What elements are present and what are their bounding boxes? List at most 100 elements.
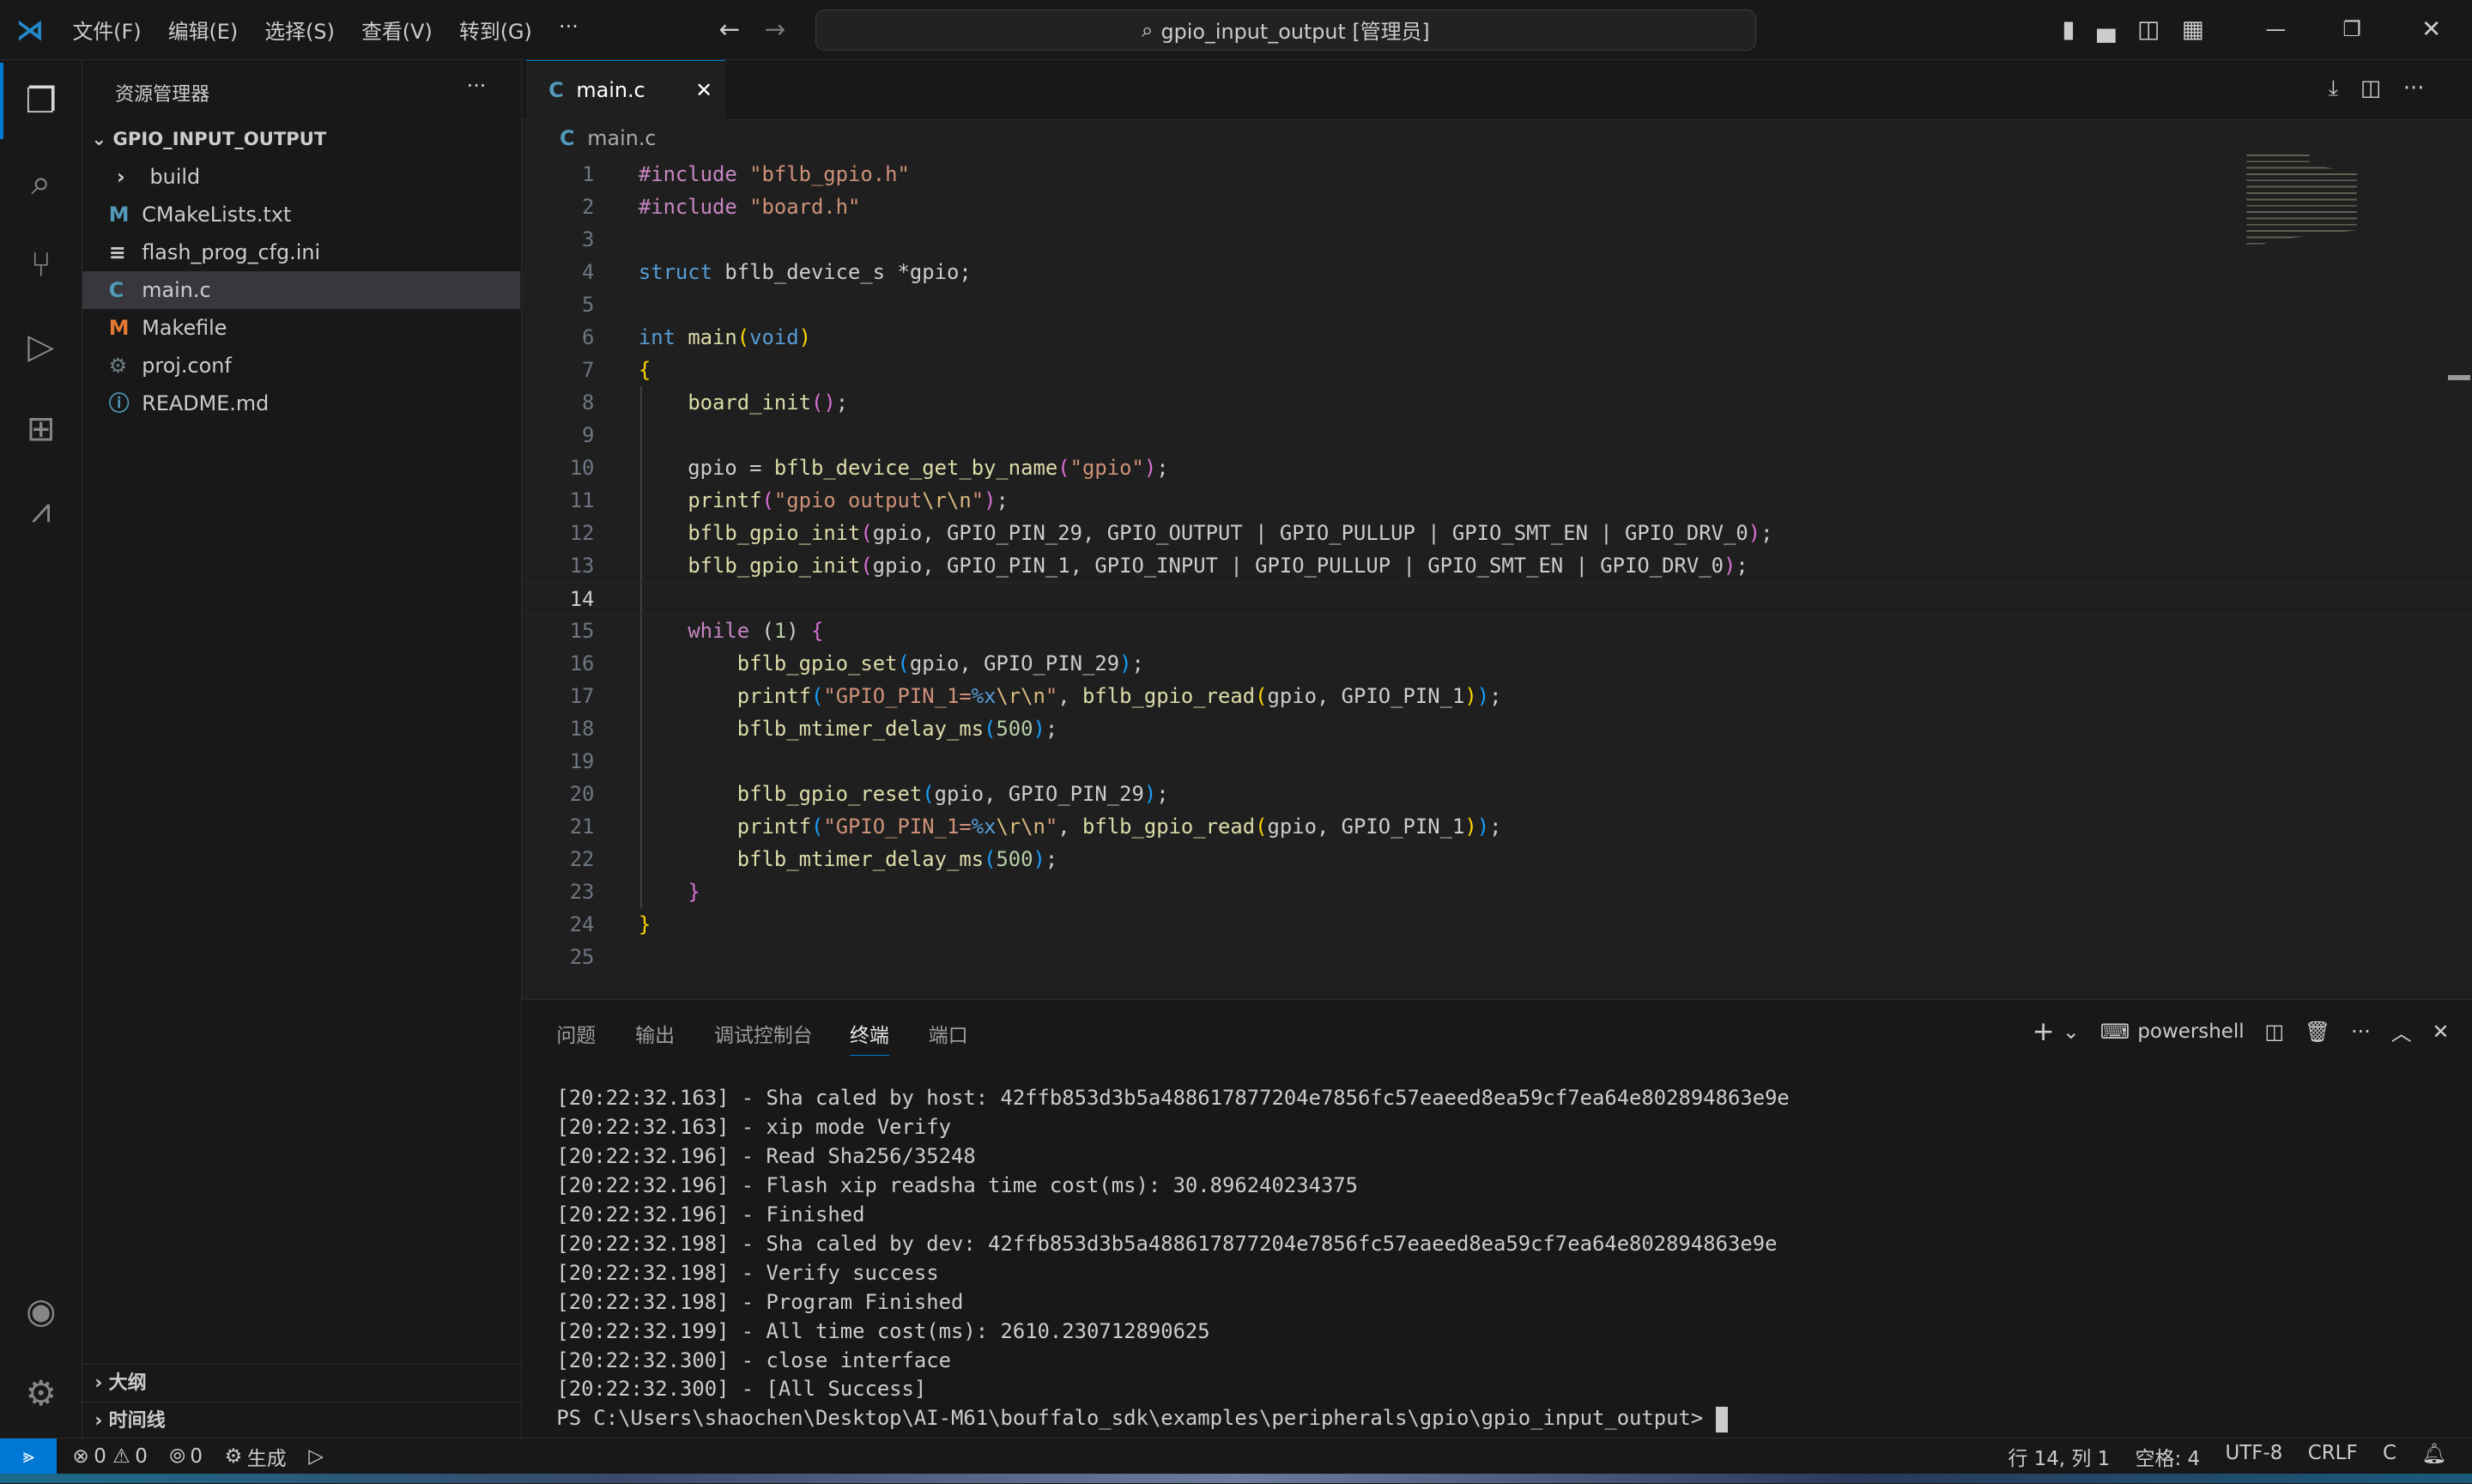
code-line[interactable]: 20 bflb_gpio_reset(gpio, GPIO_PIN_29); <box>522 778 2472 811</box>
build-gear-icon[interactable]: ⚙ <box>225 1445 243 1468</box>
explorer-icon[interactable]: ❐ <box>19 79 63 123</box>
code-line[interactable]: 8 board_init(); <box>522 385 2472 419</box>
code-token: bflb_gpio_set <box>736 651 898 675</box>
menu-item[interactable]: 查看(V) <box>361 15 433 45</box>
panel-tab[interactable]: 终端 <box>849 1019 889 1056</box>
code-line[interactable]: 11 printf("gpio output\r\n"); <box>522 483 2472 517</box>
toggle-sidebar-icon[interactable]: ▮ <box>2062 15 2075 43</box>
code-line[interactable]: 3 <box>522 223 2472 256</box>
file-item[interactable]: › build <box>82 158 521 196</box>
code-line[interactable]: 15 while (1) { <box>522 614 2472 647</box>
code-line[interactable]: 14 <box>521 581 2472 615</box>
build-button[interactable]: 生成 <box>247 1442 287 1471</box>
customize-layout-icon[interactable]: ▦ <box>2182 15 2204 43</box>
source-control-icon[interactable]: ⑂ <box>19 243 63 287</box>
code-line[interactable]: 10 gpio = bflb_device_get_by_name("gpio"… <box>522 451 2472 484</box>
toggle-panel-icon[interactable]: ▄ <box>2097 15 2115 43</box>
code-line[interactable]: 18 bflb_mtimer_delay_ms(500); <box>522 712 2472 745</box>
terminal-shell-label[interactable]: powershell <box>2137 1021 2244 1043</box>
notifications-bell-icon[interactable]: 🔔︎ <box>2421 1442 2446 1471</box>
run-icon[interactable]: ▷ <box>308 1445 324 1468</box>
file-item[interactable]: ⓘ README.md <box>82 385 521 422</box>
more-actions-icon[interactable]: ··· <box>2351 1020 2371 1044</box>
restore-button[interactable]: ❐ <box>2342 17 2360 41</box>
code-line[interactable]: 16 bflb_gpio_set(gpio, GPIO_PIN_29); <box>522 646 2472 680</box>
menu-item[interactable]: 编辑(E) <box>168 15 238 45</box>
scrollbar-marker[interactable] <box>2448 375 2471 380</box>
file-item[interactable]: M Makefile <box>82 309 521 347</box>
file-name: CMakeLists.txt <box>142 202 292 227</box>
maximize-panel-icon[interactable]: ︿ <box>2391 1016 2412 1046</box>
file-item[interactable]: ≡ flash_prog_cfg.ini <box>82 233 521 271</box>
file-item[interactable]: M CMakeLists.txt <box>82 196 521 233</box>
terminal-output[interactable]: [20:22:32.163] - Sha caled by host: 42ff… <box>556 1084 1790 1434</box>
account-icon[interactable]: ◉ <box>19 1289 63 1333</box>
error-icon[interactable]: ⊗ <box>72 1445 88 1468</box>
download-icon[interactable]: ⤓ <box>2329 76 2338 102</box>
panel-tab[interactable]: 问题 <box>556 1019 596 1048</box>
code-line[interactable]: 9 <box>522 418 2472 451</box>
encoding[interactable]: UTF-8 <box>2225 1442 2282 1471</box>
close-tab-icon[interactable]: ✕ <box>695 78 712 102</box>
code-line[interactable]: 17 printf("GPIO_PIN_1=%x\r\n", bflb_gpio… <box>522 679 2472 712</box>
forward-arrow-icon[interactable]: → <box>765 15 786 44</box>
panel-tab[interactable]: 端口 <box>929 1019 968 1048</box>
code-line[interactable]: 13 bflb_gpio_init(gpio, GPIO_PIN_1, GPIO… <box>522 548 2472 582</box>
menu-item[interactable]: ··· <box>559 15 579 45</box>
folder-root[interactable]: ⌄ GPIO_INPUT_OUTPUT <box>82 120 521 158</box>
indent-guide <box>639 516 642 549</box>
remote-button[interactable]: ⪢ <box>0 1438 58 1475</box>
run-debug-icon[interactable]: ▷ <box>19 324 63 368</box>
line-number: 19 <box>569 749 595 773</box>
terminal-line: [20:22:32.300] - [All Success] <box>556 1377 927 1402</box>
code-token: bflb_gpio_read <box>1082 683 1256 708</box>
code-line[interactable]: 2 #include "board.h" <box>522 191 2472 223</box>
command-center-search[interactable]: ⌕ gpio_input_output [管理员] <box>815 9 1757 51</box>
code-line[interactable]: 5 <box>522 288 2472 321</box>
code-line[interactable]: 23 } <box>522 875 2472 909</box>
new-terminal-icon[interactable]: + <box>2032 1016 2054 1047</box>
code-line[interactable]: 6 int main(void) <box>522 321 2472 354</box>
menu-item[interactable]: 转到(G) <box>459 15 532 45</box>
menu-item[interactable]: 文件(F) <box>72 15 141 45</box>
chevron-down-icon[interactable]: ⌄ <box>2063 1020 2080 1044</box>
code-line[interactable]: 21 printf("GPIO_PIN_1=%x\r\n", bflb_gpio… <box>522 810 2472 844</box>
code-line[interactable]: 1 #include "bflb_gpio.h" <box>522 158 2472 191</box>
warning-icon[interactable]: ⚠ <box>112 1445 130 1468</box>
code-line[interactable]: 25 <box>522 941 2472 973</box>
more-actions-button[interactable]: ··· <box>467 74 487 98</box>
split-editor-icon[interactable]: ◫ <box>2360 76 2381 102</box>
ports-icon[interactable]: ⦾ <box>170 1445 185 1468</box>
code-line[interactable]: 24} <box>522 908 2472 941</box>
language-mode[interactable]: C <box>2383 1442 2396 1471</box>
code-line[interactable]: 19 <box>522 745 2472 778</box>
settings-gear-icon[interactable]: ⚙ <box>19 1372 63 1415</box>
code-line[interactable]: 22 bflb_mtimer_delay_ms(500); <box>522 843 2472 876</box>
more-actions-icon[interactable]: ··· <box>2403 76 2425 102</box>
bouffalo-extension-icon[interactable]: ⩘ <box>19 488 63 532</box>
extensions-icon[interactable]: ⊞ <box>19 407 63 451</box>
close-window-button[interactable]: ✕ <box>2421 15 2441 43</box>
indentation[interactable]: 空格: 4 <box>2136 1442 2201 1471</box>
indent-guide <box>639 385 642 419</box>
toggle-secondary-sidebar-icon[interactable]: ◫ <box>2137 15 2160 43</box>
code-line[interactable]: 4 struct bflb_device_s *gpio; <box>522 256 2472 288</box>
file-item[interactable]: Cmain.c <box>82 270 521 309</box>
cursor-position[interactable]: 行 14, 列 1 <box>2008 1442 2110 1471</box>
split-terminal-icon[interactable]: ◫ <box>2264 1020 2284 1044</box>
panel-tab[interactable]: 输出 <box>635 1019 675 1048</box>
code-line[interactable]: 12 bflb_gpio_init(gpio, GPIO_PIN_29, GPI… <box>522 516 2472 549</box>
panel-tab[interactable]: 调试控制台 <box>714 1019 813 1048</box>
trash-icon[interactable]: 🗑 <box>2305 1020 2330 1044</box>
menu-item[interactable]: 选择(S) <box>264 15 334 45</box>
outline-section[interactable]: › 大纲 <box>82 1363 521 1402</box>
back-arrow-icon[interactable]: ← <box>719 15 741 44</box>
close-panel-icon[interactable]: ✕ <box>2432 1020 2449 1044</box>
tab-main-c[interactable]: Cmain.c ✕ <box>526 59 725 120</box>
line-ending[interactable]: CRLF <box>2308 1442 2358 1471</box>
file-item[interactable]: ⚙ proj.conf <box>82 347 521 385</box>
code-line[interactable]: 7{ <box>522 354 2472 386</box>
search-icon[interactable]: ⌕ <box>19 161 63 204</box>
minimize-button[interactable]: — <box>2265 17 2286 41</box>
timeline-section[interactable]: › 时间线 <box>82 1401 521 1439</box>
